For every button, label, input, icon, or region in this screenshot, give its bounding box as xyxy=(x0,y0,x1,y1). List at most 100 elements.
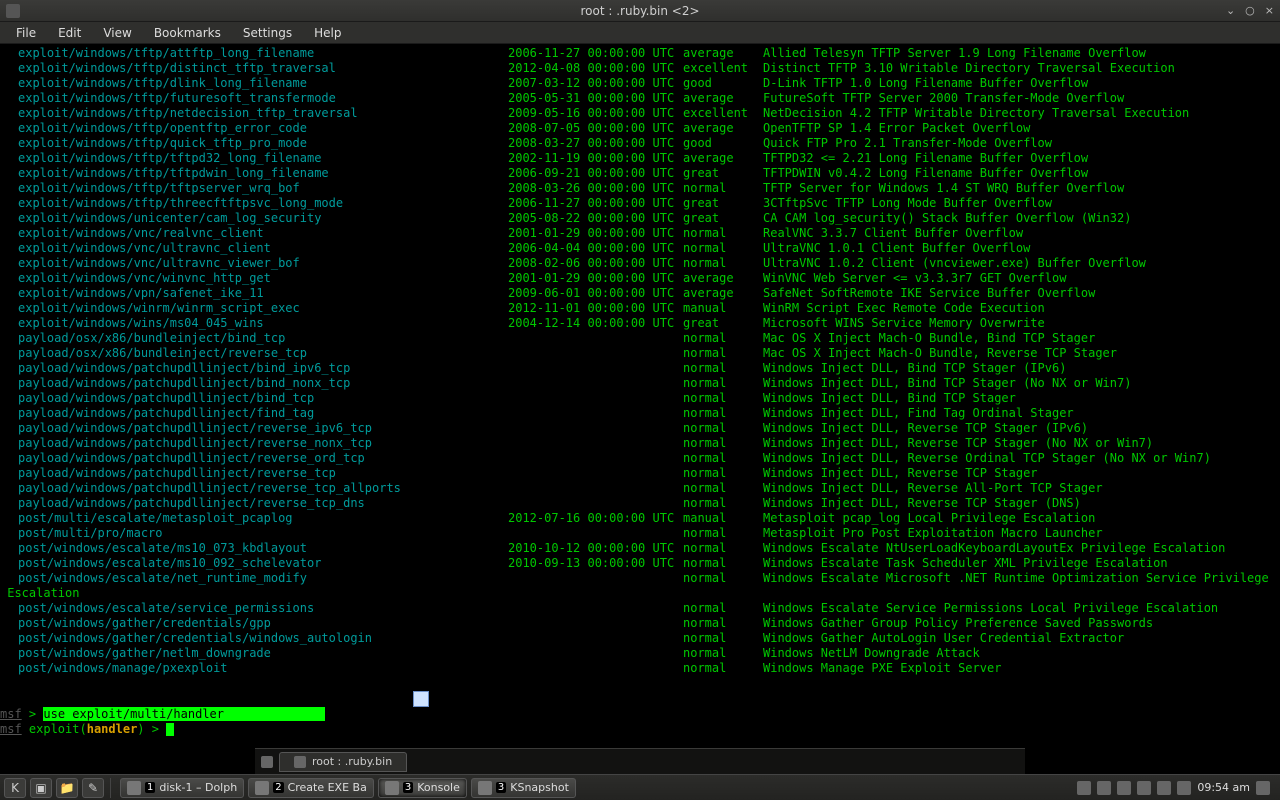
module-date: 2008-03-27 00:00:00 UTC xyxy=(508,136,683,151)
window-maximize-icon[interactable]: ○ xyxy=(1245,4,1255,17)
tab-icon xyxy=(294,756,306,768)
module-rank: normal xyxy=(683,481,763,496)
module-date: 2008-07-05 00:00:00 UTC xyxy=(508,121,683,136)
module-desc: CA CAM log_security() Stack Buffer Overf… xyxy=(763,211,1131,226)
module-desc: SafeNet SoftRemote IKE Service Buffer Ov… xyxy=(763,286,1095,301)
kde-launcher-icon[interactable]: K xyxy=(4,778,26,798)
system-tray: 09:54 am xyxy=(1077,781,1276,795)
menu-edit[interactable]: Edit xyxy=(48,24,91,42)
window-close-icon[interactable]: × xyxy=(1265,4,1274,17)
tray-network-icon[interactable] xyxy=(1077,781,1091,795)
module-name: payload/windows/patchupdllinject/reverse… xyxy=(18,466,508,481)
module-rank: normal xyxy=(683,346,763,361)
module-date xyxy=(508,496,683,511)
module-name: post/windows/escalate/ms10_073_kbdlayout xyxy=(18,541,508,556)
module-row: exploit/windows/vpn/safenet_ike_112009-0… xyxy=(0,286,1280,301)
module-desc: D-Link TFTP 1.0 Long Filename Buffer Ove… xyxy=(763,76,1088,91)
module-desc: Mac OS X Inject Mach-O Bundle, Reverse T… xyxy=(763,346,1117,361)
module-rank: normal xyxy=(683,181,763,196)
task-app-icon xyxy=(127,781,141,795)
tray-volume-icon[interactable] xyxy=(1137,781,1151,795)
module-rank: great xyxy=(683,316,763,331)
module-name: exploit/windows/tftp/quick_tftp_pro_mode xyxy=(18,136,508,151)
module-name: payload/windows/patchupdllinject/reverse… xyxy=(18,451,508,466)
module-date xyxy=(508,451,683,466)
module-desc: RealVNC 3.3.7 Client Buffer Overflow xyxy=(763,226,1023,241)
module-name: exploit/windows/vnc/winvnc_http_get xyxy=(18,271,508,286)
module-date xyxy=(508,421,683,436)
module-name: post/multi/pro/macro xyxy=(18,526,508,541)
menu-settings[interactable]: Settings xyxy=(233,24,302,42)
module-name: payload/osx/x86/bundleinject/bind_tcp xyxy=(18,331,508,346)
module-name: post/windows/gather/netlm_downgrade xyxy=(18,646,508,661)
module-rank: normal xyxy=(683,376,763,391)
cursor-icon xyxy=(166,723,174,736)
tray-clipboard-icon[interactable] xyxy=(1157,781,1171,795)
module-desc: NetDecision 4.2 TFTP Writable Directory … xyxy=(763,106,1189,121)
module-name: exploit/windows/vnc/ultravnc_client xyxy=(18,241,508,256)
module-date xyxy=(508,376,683,391)
module-desc: Mac OS X Inject Mach-O Bundle, Bind TCP … xyxy=(763,331,1095,346)
module-date: 2006-11-27 00:00:00 UTC xyxy=(508,46,683,61)
task-app-icon xyxy=(255,781,269,795)
typed-command: use exploit/multi/handler xyxy=(43,707,325,721)
menu-bookmarks[interactable]: Bookmarks xyxy=(144,24,231,42)
task-app-icon xyxy=(385,781,399,795)
module-desc: Metasploit Pro Post Exploitation Macro L… xyxy=(763,526,1103,541)
module-row: exploit/windows/tftp/quick_tftp_pro_mode… xyxy=(0,136,1280,151)
module-name: exploit/windows/tftp/tftpdwin_long_filen… xyxy=(18,166,508,181)
module-rank: normal xyxy=(683,526,763,541)
module-date xyxy=(508,361,683,376)
module-desc: WinRM Script Exec Remote Code Execution xyxy=(763,301,1045,316)
konsole-tab[interactable]: root : .ruby.bin xyxy=(279,752,407,772)
quicklaunch-terminal-icon[interactable]: ▣ xyxy=(30,778,52,798)
task-button[interactable]: 3Konsole xyxy=(378,778,467,798)
tray-showdesktop-icon[interactable] xyxy=(1256,781,1270,795)
menu-help[interactable]: Help xyxy=(304,24,351,42)
new-tab-icon[interactable] xyxy=(261,756,273,768)
module-date: 2012-11-01 00:00:00 UTC xyxy=(508,301,683,316)
module-name: exploit/windows/tftp/netdecision_tftp_tr… xyxy=(18,106,508,121)
module-rank: average xyxy=(683,271,763,286)
tray-chevron-icon[interactable] xyxy=(1177,781,1191,795)
module-rank: normal xyxy=(683,661,763,676)
module-date: 2012-04-08 00:00:00 UTC xyxy=(508,61,683,76)
module-date xyxy=(508,646,683,661)
module-rank: excellent xyxy=(683,106,763,121)
module-name: payload/osx/x86/bundleinject/reverse_tcp xyxy=(18,346,508,361)
document-icon[interactable] xyxy=(413,691,429,707)
module-name: post/windows/manage/pxexploit xyxy=(18,661,508,676)
terminal-output[interactable]: exploit/windows/tftp/attftp_long_filenam… xyxy=(0,44,1280,774)
module-date: 2001-01-29 00:00:00 UTC xyxy=(508,271,683,286)
quicklaunch-editor-icon[interactable]: ✎ xyxy=(82,778,104,798)
module-name: exploit/windows/tftp/dlink_long_filename xyxy=(18,76,508,91)
menu-file[interactable]: File xyxy=(6,24,46,42)
module-date xyxy=(508,526,683,541)
module-desc: Windows Inject DLL, Bind TCP Stager (No … xyxy=(763,376,1131,391)
module-row: exploit/windows/tftp/attftp_long_filenam… xyxy=(0,46,1280,61)
quicklaunch-files-icon[interactable]: 📁 xyxy=(56,778,78,798)
module-rank: manual xyxy=(683,511,763,526)
window-minimize-icon[interactable]: ⌄ xyxy=(1226,4,1235,17)
tray-updates-icon[interactable] xyxy=(1117,781,1131,795)
window-app-icon xyxy=(6,4,20,18)
taskbar-clock[interactable]: 09:54 am xyxy=(1197,781,1250,794)
module-desc: Windows Inject DLL, Reverse TCP Stager (… xyxy=(763,421,1088,436)
module-rank: normal xyxy=(683,451,763,466)
module-date xyxy=(508,616,683,631)
module-rank: normal xyxy=(683,601,763,616)
task-button[interactable]: 2Create EXE Ba xyxy=(248,778,374,798)
module-desc: Windows Inject DLL, Reverse TCP Stager (… xyxy=(763,496,1081,511)
menu-view[interactable]: View xyxy=(93,24,141,42)
module-rank: normal xyxy=(683,616,763,631)
task-button[interactable]: 1disk-1 – Dolph xyxy=(120,778,244,798)
tab-title: root : .ruby.bin xyxy=(312,755,392,768)
module-rank: average xyxy=(683,121,763,136)
task-button[interactable]: 3KSnapshot xyxy=(471,778,576,798)
tray-bluetooth-icon[interactable] xyxy=(1097,781,1111,795)
module-name: post/windows/escalate/service_permission… xyxy=(18,601,508,616)
module-row: exploit/windows/winrm/winrm_script_exec2… xyxy=(0,301,1280,316)
window-titlebar: root : .ruby.bin <2> ⌄ ○ × xyxy=(0,0,1280,22)
msf-prompt-handler[interactable]: msf exploit(handler) > xyxy=(0,722,1280,737)
module-row: payload/windows/patchupdllinject/reverse… xyxy=(0,466,1280,481)
